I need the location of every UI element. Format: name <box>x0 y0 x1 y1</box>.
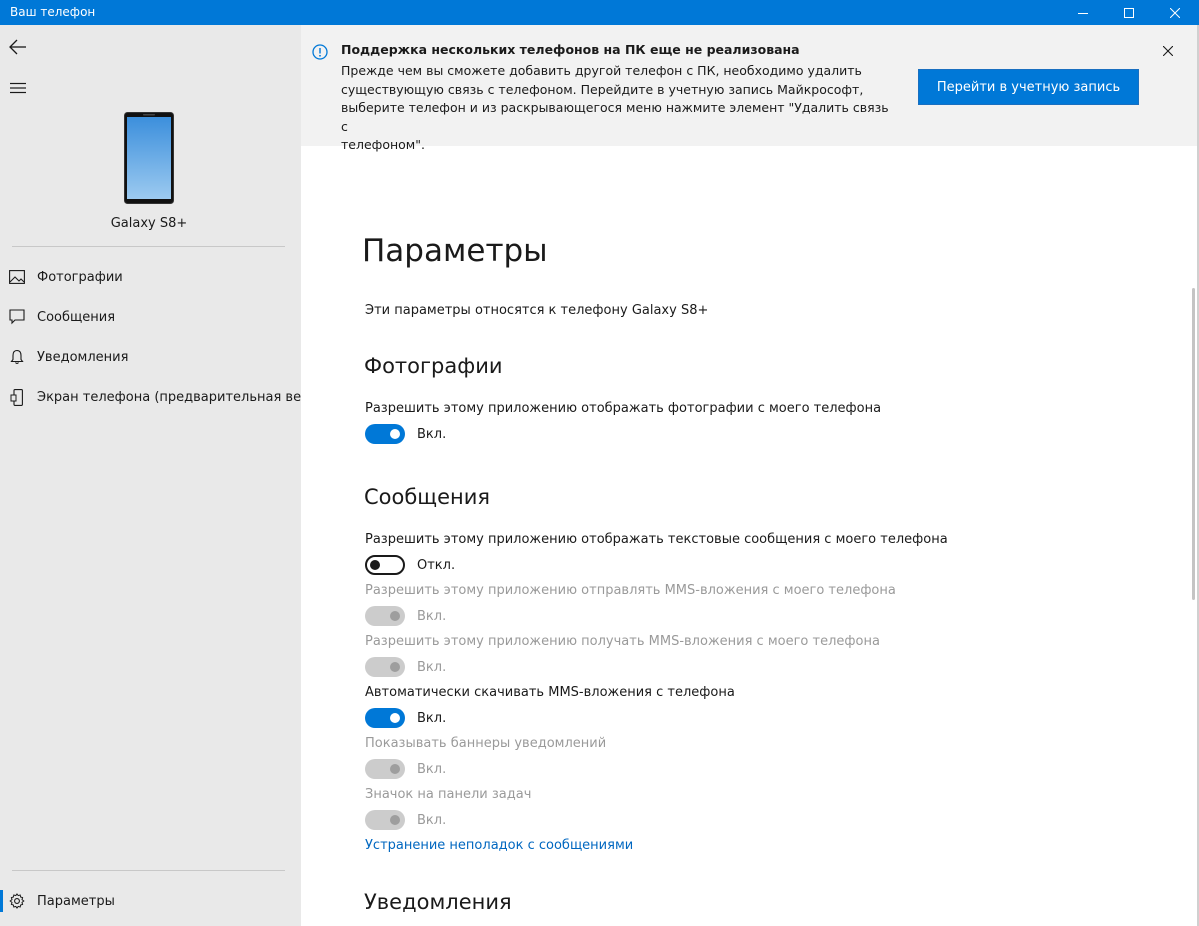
photo-icon <box>0 270 34 284</box>
photos-allow-toggle[interactable] <box>365 424 405 444</box>
back-arrow-icon <box>9 39 26 55</box>
banner-line: Прежде чем вы сможете добавить другой те… <box>341 63 862 78</box>
maximize-button[interactable] <box>1106 0 1152 25</box>
photos-allow-label: Разрешить этому приложению отображать фо… <box>365 401 882 416</box>
mms-receive-toggle[interactable] <box>365 657 405 677</box>
hamburger-menu-button[interactable] <box>4 74 32 102</box>
settings-page: Параметры Эти параметры относятся к теле… <box>301 146 1191 926</box>
scrollbar-thumb[interactable] <box>1192 288 1195 600</box>
toggle-state: Вкл. <box>417 426 447 442</box>
title-bar: Ваш телефон <box>0 0 1199 25</box>
sidebar: Galaxy S8+ Фотографии Сообщения Уведомле… <box>0 25 301 926</box>
toggle-state: Вкл. <box>417 608 447 624</box>
banner-notifications-row: Вкл. <box>365 759 446 779</box>
toggle-knob <box>390 815 400 825</box>
sidebar-item-settings[interactable]: Параметры <box>0 883 301 919</box>
messages-allow-label: Разрешить этому приложению отображать те… <box>365 532 948 547</box>
toggle-knob <box>390 764 400 774</box>
page-title: Параметры <box>362 233 548 269</box>
toggle-state: Вкл. <box>417 812 447 828</box>
phone-image <box>124 112 174 204</box>
mms-send-toggle[interactable] <box>365 606 405 626</box>
window-title: Ваш телефон <box>10 5 96 19</box>
info-icon <box>312 44 328 60</box>
mms-send-row: Вкл. <box>365 606 446 626</box>
messages-allow-row: Откл. <box>365 555 455 575</box>
toggle-state: Откл. <box>417 557 456 573</box>
taskbar-badge-toggle[interactable] <box>365 810 405 830</box>
sidebar-bottom-divider <box>12 870 285 871</box>
close-icon <box>1163 46 1173 56</box>
banner-notifications-label: Показывать баннеры уведомлений <box>365 736 607 751</box>
photos-section-title: Фотографии <box>364 354 503 378</box>
notifications-section-title: Уведомления <box>364 890 512 914</box>
minimize-icon <box>1078 12 1088 14</box>
sidebar-item-label: Сообщения <box>37 309 116 325</box>
bell-icon <box>0 349 34 365</box>
sidebar-item-photos[interactable]: Фотографии <box>0 259 301 295</box>
close-window-button[interactable] <box>1152 0 1198 25</box>
minimize-button[interactable] <box>1060 0 1106 25</box>
mms-receive-label: Разрешить этому приложению получать MMS-… <box>365 634 880 649</box>
phone-screen-icon <box>0 388 34 406</box>
banner-notifications-toggle[interactable] <box>365 759 405 779</box>
back-button[interactable] <box>4 33 32 61</box>
hamburger-icon <box>10 82 26 94</box>
sidebar-item-phone-screen[interactable]: Экран телефона (предварительная версия) <box>0 379 301 415</box>
sidebar-item-messages[interactable]: Сообщения <box>0 299 301 335</box>
sidebar-divider <box>12 246 285 247</box>
sidebar-item-notifications[interactable]: Уведомления <box>0 339 301 375</box>
toggle-knob <box>370 560 380 570</box>
mms-autodownload-label: Автоматически скачивать MMS-вложения с т… <box>365 685 735 700</box>
banner-message: Прежде чем вы сможете добавить другой те… <box>341 62 896 155</box>
banner-close-button[interactable] <box>1158 41 1178 61</box>
banner-line: выберите телефон и из раскрывающегося ме… <box>341 100 889 134</box>
banner-title: Поддержка нескольких телефонов на ПК еще… <box>341 42 800 57</box>
mms-autodownload-toggle[interactable] <box>365 708 405 728</box>
toggle-state: Вкл. <box>417 761 447 777</box>
messages-section-title: Сообщения <box>364 485 491 509</box>
banner-line: существующую связь с телефоном. Перейдит… <box>341 81 864 97</box>
messages-troubleshoot-link[interactable]: Устранение неполадок с сообщениями <box>365 838 633 853</box>
messages-allow-toggle[interactable] <box>365 555 405 575</box>
toggle-knob <box>390 429 400 439</box>
info-banner: Поддержка нескольких телефонов на ПК еще… <box>301 25 1197 152</box>
sidebar-item-label: Уведомления <box>37 349 129 365</box>
toggle-state: Вкл. <box>417 710 447 726</box>
device-name: Galaxy S8+ <box>110 216 188 231</box>
sidebar-item-label: Экран телефона (предварительная версия) <box>37 389 301 405</box>
mms-receive-row: Вкл. <box>365 657 446 677</box>
toggle-knob <box>390 713 400 723</box>
toggle-knob <box>390 611 400 621</box>
mms-send-label: Разрешить этому приложению отправлять MM… <box>365 583 896 598</box>
message-icon <box>0 309 34 325</box>
go-to-account-button[interactable]: Перейти в учетную запись <box>918 69 1139 105</box>
photos-allow-row: Вкл. <box>365 424 446 444</box>
maximize-icon <box>1124 7 1134 18</box>
taskbar-badge-label: Значок на панели задач <box>365 787 532 802</box>
close-icon <box>1170 7 1180 18</box>
sidebar-item-label: Фотографии <box>37 269 123 285</box>
gear-icon <box>0 893 34 909</box>
mms-autodownload-row: Вкл. <box>365 708 446 728</box>
page-subtitle: Эти параметры относятся к телефону Galax… <box>365 303 709 318</box>
toggle-knob <box>390 662 400 672</box>
toggle-state: Вкл. <box>417 659 447 675</box>
sidebar-item-label: Параметры <box>37 893 115 909</box>
taskbar-badge-row: Вкл. <box>365 810 446 830</box>
